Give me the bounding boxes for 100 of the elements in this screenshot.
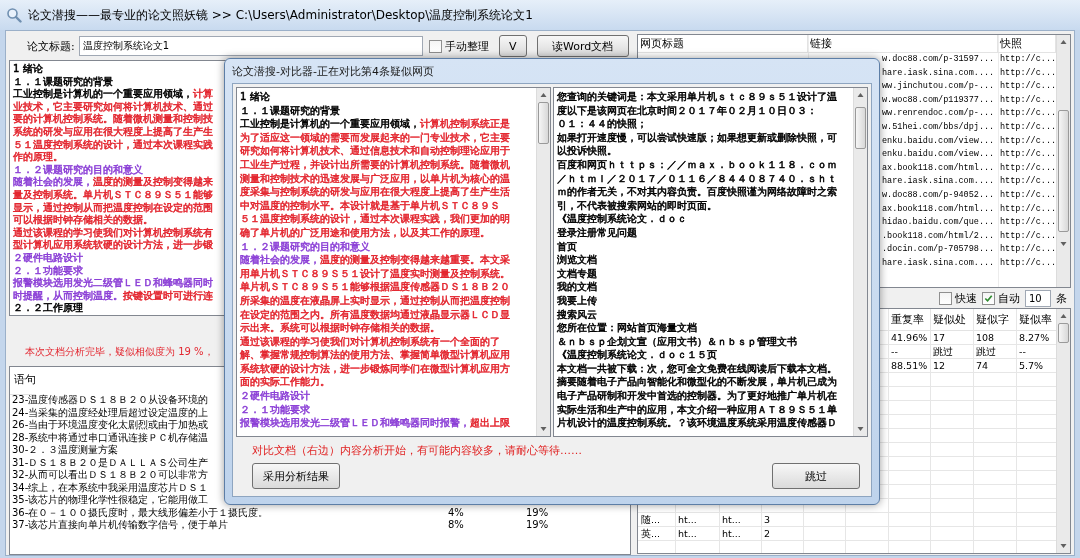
- text-line: 《温度控制系统论文．ｄｏｃ１５页: [557, 348, 717, 362]
- table-cell-text: w.doc88.com/p-94052...: [882, 188, 996, 202]
- table-cell-text: 34-综上，在本系统中我采用温度芯片ＤＳ１: [11, 481, 209, 494]
- text-line: 要的计算机控制系统。随着微机测量和控制技: [13, 113, 213, 126]
- text-line: 通过该课程的学习使我们对计算机控制系统有一个全面的了: [240, 334, 500, 349]
- status-message: 对比文档（右边）内容分析开始，有可能内容较多，请耐心等待……: [251, 442, 583, 459]
- table-cell-text: http://c...: [999, 216, 1057, 230]
- table-cell-text: http://c...: [999, 243, 1057, 257]
- text-line: 单片机ＳＴＣ８９Ｓ５１能够根据温度传感器ＤＳ１８Ｂ２０: [240, 280, 510, 294]
- text-line: 报警模块选用发光二级管ＬＥＤ和蜂鸣器同时报警，超出上限: [240, 416, 510, 430]
- table-cell-text: enku.baidu.com/view...: [882, 134, 996, 148]
- table-cell-text: 17: [932, 331, 947, 345]
- text-line: 时提醒，从而控制温度。按键设置时可进行连: [13, 289, 213, 303]
- table-cell-text: 8.27%: [1018, 331, 1051, 345]
- text-line: 1 绪论: [13, 63, 43, 76]
- text-line: 示出来。系统可以根据时钟存储相关的数据。: [240, 321, 440, 335]
- table-cell-text: .book118.com/html/2...: [882, 229, 996, 243]
- text-line: 百度和网页ｈｔｔｐｓ：／／ｍａｘ．ｂｏｏｋ１１８．ｃｏｍ: [557, 157, 837, 172]
- text-line: 通过该课程的学习使我们对计算机控制系统有: [13, 226, 213, 239]
- text-line: 您所在位置：网站首页海量文档: [557, 321, 697, 335]
- text-line: ５１温度控制系统的设计，通过本次课程实践: [13, 138, 213, 152]
- table-cell-text: 19%: [525, 519, 549, 532]
- text-line: １．１课题研究的背景: [13, 75, 113, 88]
- table-cell-text: hidao.baidu.com/que...: [882, 216, 996, 230]
- table-cell-text: ht...: [677, 527, 698, 541]
- text-line: 《温度控制系统论文．ｄｏｃ: [557, 212, 687, 226]
- table-cell-text: 74: [975, 359, 990, 373]
- table-cell-text: http://c...: [999, 134, 1057, 148]
- table-cell-text: 12: [932, 359, 947, 373]
- table-cell-text: http://c...: [999, 256, 1057, 270]
- text-line: 摘要随着电子产品向智能化和微型化的不断发展，单片机已成为: [557, 375, 837, 390]
- text-line: 业技术，它主要研究如何将计算机技术、通过: [13, 100, 213, 113]
- table-cell-text: http://c...: [999, 120, 1057, 134]
- text-line: 文档专题: [557, 266, 597, 281]
- text-line: 我的文档: [557, 280, 597, 294]
- dialog-title: 论文潜搜-对比器-正在对比第4条疑似网页: [231, 63, 435, 80]
- text-line: 1 绪论: [240, 90, 270, 104]
- table-cell-text: ht...: [677, 513, 698, 527]
- table-cell-text: http://c...: [999, 229, 1057, 243]
- text-line: 研究如何将计算机技术、通过信息技术和自动控制理论应用于: [240, 144, 510, 158]
- table-cell-text: w.woc88.com/p119377...: [882, 93, 996, 107]
- text-line: 我要上传: [557, 293, 597, 308]
- table-cell-text: http://c...: [999, 202, 1057, 216]
- text-line: 系统的研发与应用在很大程度上提高了生产生: [13, 125, 213, 139]
- window-title: 论文潜搜——最专业的论文照妖镜 >> C:\Users\Administrator\Desktop\温度控制系统论文1: [28, 6, 533, 24]
- table-cell-text: 28-系统中将通过串口通讯连接ＰＣ机存储温: [11, 431, 209, 444]
- table-cell-text: http://c...: [999, 80, 1057, 94]
- table-cell-text: enku.baidu.com/view...: [882, 148, 996, 162]
- table-cell-text: http://c...: [999, 148, 1057, 162]
- table-cell-text: .docin.com/p-705798...: [882, 243, 996, 257]
- text-line: 引，不代表被搜索网站的即时页面。: [557, 198, 717, 213]
- table-cell-text: ht...: [721, 527, 742, 541]
- table-cell-text: http://c...: [999, 175, 1057, 189]
- text-line: 随着社会的发展，温度的测量及控制变得越来越重要。本文采: [240, 253, 510, 267]
- table-cell-text: 23-温度传感器ＤＳ１８Ｂ２０从设备环境的: [11, 394, 209, 407]
- table-cell-text: hare.iask.sina.com....: [882, 256, 996, 270]
- table-cell-text: w.doc88.com/p-31597...: [882, 53, 996, 66]
- table-cell-text: http://c...: [999, 188, 1057, 202]
- table-cell-text: 41.96%: [890, 331, 929, 345]
- table-cell-text: http://c...: [999, 53, 1057, 66]
- text-line: 可以根据时钟存储相关的数据。: [13, 214, 153, 227]
- text-line: 您查询的关键词是：本文采用单片机ｓｔｃ８９ｓ５１设计了温: [557, 90, 837, 104]
- text-line: 用单片机ＳＴＣ８９Ｓ５１设计了温度实时测量及控制系统。: [240, 266, 510, 281]
- text-line: 作的原理。: [13, 151, 63, 164]
- text-line: ２．１功能要求: [13, 264, 83, 277]
- table-cell-text: http://c...: [999, 107, 1057, 121]
- table-cell-text: http://c...: [999, 66, 1057, 80]
- table-cell-text: 26-当由于环境温度变化太剧烈或由于加热或: [11, 419, 209, 432]
- text-line: ０１：４４的快照；: [557, 117, 647, 131]
- text-line: 测量和控制技术的迅速发展与广泛应用，以单片机为核心的温: [240, 171, 510, 186]
- table-cell-text: w.51hei.com/bbs/dpj...: [882, 120, 996, 134]
- table-cell-text: 跳过: [932, 345, 954, 359]
- table-cell-text: 2: [763, 527, 772, 541]
- text-line: ５１温度控制系统的设计，通过本次课程实践，我们更加的明: [240, 212, 510, 226]
- text-line: 工业控制是计算机的一个重要应用领域，计算: [13, 88, 213, 101]
- table-cell-text: http://c...: [999, 161, 1057, 175]
- table-cell-text: hare.iask.sina.com....: [882, 175, 996, 189]
- text-line: 随着社会的发展，温度的测量及控制变得越来: [13, 176, 213, 189]
- text-line: ＆ｎｂｓｐ企划文宣（应用文书）＆ｎｂｓｐ管理文书: [557, 334, 797, 349]
- table-cell-text: ww.renrendoc.com/p-...: [882, 107, 996, 121]
- text-line: 型计算机应用系统软硬的设计方法，进一步锻: [13, 239, 213, 252]
- text-line: 浏览文档: [557, 253, 597, 267]
- table-cell-text: 跳过: [975, 345, 997, 359]
- table-cell-text: --: [1018, 345, 1027, 359]
- text-line: 系统软硬的设计方法，进一步锻炼同学们在微型计算机应用方: [240, 361, 510, 376]
- table-cell-text: 31-ＤＳ１８Ｂ２０是ＤＡＬＬＡＳ公司生产: [11, 456, 209, 469]
- text-line: 登录注册常见问题: [557, 225, 637, 240]
- table-cell-text: 英...: [640, 527, 662, 541]
- table-cell-text: 24-当采集的温度经处理后超过设定温度的上: [11, 406, 209, 419]
- text-line: ２．１功能要求: [240, 402, 310, 417]
- text-line: ｍ的作者无关，不对其内容负责。百度快照谨为网络故障时之索: [557, 185, 837, 199]
- text-line: 确了单片机的广泛用途和使用方法，以及其工作的原理。: [240, 225, 490, 240]
- table-cell-text: --: [890, 345, 899, 359]
- text-line: １．２课题研究的目的和意义: [240, 239, 370, 254]
- text-line: 工业生产过程，并设计出所需要的计算机控制系统。随着微机: [240, 157, 510, 172]
- table-cell-text: 19%: [525, 506, 549, 519]
- table-cell-text: 4%: [447, 506, 464, 519]
- text-line: 如果打开速度慢，可以尝试快速版；如果想更新或删除快照，可: [557, 130, 837, 145]
- table-cell-text: ax.book118.com/html...: [882, 202, 996, 216]
- table-cell-text: 108: [975, 331, 996, 345]
